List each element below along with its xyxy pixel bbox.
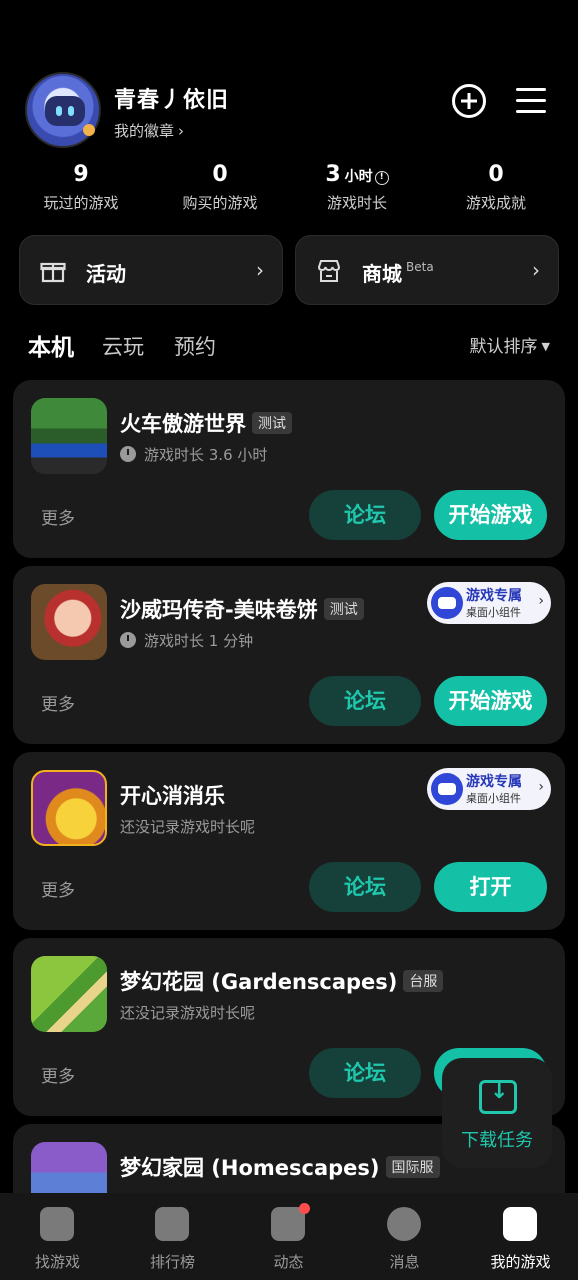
gamepad-icon [431, 587, 463, 619]
chevron-right-icon: › [532, 258, 540, 282]
gift-icon [40, 262, 66, 283]
desktop-widget-pill[interactable]: 游戏专属 桌面小组件 › [427, 768, 551, 810]
game-title: 沙威玛传奇-美味卷饼 测试 [120, 594, 364, 624]
stat-played-games[interactable]: 9 玩过的游戏 [11, 162, 151, 213]
chevron-right-icon: › [256, 258, 264, 282]
game-title: 梦幻花园 (Gardenscapes) 台服 [120, 966, 444, 996]
caret-down-icon: ▼ [541, 340, 550, 353]
activity-button[interactable]: 活动 › [19, 235, 283, 305]
start-game-button[interactable]: 开始游戏 [434, 490, 547, 540]
avatar-badge-icon [83, 124, 95, 136]
chevron-right-icon: › [538, 593, 544, 609]
gamepad-icon [503, 1207, 537, 1241]
open-game-button[interactable]: 打开 [434, 862, 547, 912]
stat-achievements[interactable]: 0 游戏成就 [426, 162, 566, 213]
nav-messages[interactable]: 消息 [347, 1193, 462, 1280]
game-icon [31, 956, 107, 1032]
game-title: 梦幻家园 (Homescapes) 国际服 [120, 1152, 440, 1182]
timer-icon [120, 632, 136, 648]
playtime-text: 游戏时长 3.6 小时 [120, 444, 267, 465]
forum-button[interactable]: 论坛 [309, 490, 421, 540]
nav-my-games[interactable]: 我的游戏 [463, 1193, 578, 1280]
sort-dropdown[interactable]: 默认排序 ▼ [470, 332, 550, 357]
info-icon[interactable]: ! [374, 171, 389, 185]
store-icon [317, 260, 341, 282]
game-icon [31, 770, 107, 846]
gamepad-icon [431, 773, 463, 805]
forum-button[interactable]: 论坛 [309, 1048, 421, 1098]
stats-row: 9 玩过的游戏 0 购买的游戏 3 小时! 游戏时长 0 游戏成就 [0, 162, 578, 222]
forum-button[interactable]: 论坛 [309, 862, 421, 912]
download-tasks-button[interactable]: 下载任务 [442, 1058, 552, 1168]
menu-icon[interactable] [514, 84, 548, 118]
more-button[interactable]: 更多 [41, 1062, 75, 1087]
notification-dot [299, 1203, 310, 1214]
game-tag: 测试 [252, 412, 292, 434]
tab-reservation[interactable]: 预约 [174, 331, 216, 361]
game-card[interactable]: 开心消消乐 还没记录游戏时长呢 游戏专属 桌面小组件 › 更多 论坛 打开 [13, 752, 565, 930]
game-tag: 台服 [403, 970, 444, 992]
timer-icon [120, 446, 136, 462]
game-tag: 测试 [323, 598, 364, 620]
nav-find-games[interactable]: 找游戏 [0, 1193, 115, 1280]
playtime-text: 游戏时长 1 分钟 [120, 630, 253, 651]
game-icon [31, 584, 107, 660]
nav-feed[interactable]: 动态 [231, 1193, 346, 1280]
chevron-right-icon: › [178, 122, 185, 140]
forum-button[interactable]: 论坛 [309, 676, 421, 726]
game-icon [31, 398, 107, 474]
chevron-right-icon: › [538, 779, 544, 795]
rankings-icon [155, 1207, 189, 1241]
tab-cloud[interactable]: 云玩 [102, 331, 144, 361]
game-card[interactable]: 火车傲游世界 测试 游戏时长 3.6 小时 更多 论坛 开始游戏 [13, 380, 565, 558]
playtime-text: 还没记录游戏时长呢 [120, 818, 256, 836]
robot-face-icon [45, 96, 85, 126]
desktop-widget-pill[interactable]: 游戏专属 桌面小组件 › [427, 582, 551, 624]
game-title: 开心消消乐 [120, 784, 225, 808]
more-button[interactable]: 更多 [41, 690, 75, 715]
more-button[interactable]: 更多 [41, 876, 75, 901]
store-button[interactable]: 商城 Beta › [295, 235, 559, 305]
beta-badge: Beta [406, 260, 434, 274]
find-games-icon [40, 1207, 74, 1241]
more-button[interactable]: 更多 [41, 504, 75, 529]
username[interactable]: 青春丿依旧 [114, 82, 229, 114]
game-tag: 国际服 [385, 1156, 440, 1178]
game-card[interactable]: 沙威玛传奇-美味卷饼 测试 游戏时长 1 分钟 游戏专属 桌面小组件 › 更多 论… [13, 566, 565, 744]
stat-play-time[interactable]: 3 小时! 游戏时长 [287, 162, 427, 213]
tab-local[interactable]: 本机 [26, 328, 76, 362]
start-game-button[interactable]: 开始游戏 [434, 676, 547, 726]
nav-rankings[interactable]: 排行榜 [115, 1193, 230, 1280]
download-icon [479, 1079, 517, 1114]
bottom-nav: 找游戏 排行榜 动态 消息 我的游戏 [0, 1193, 578, 1280]
game-title: 火车傲游世界 测试 [120, 408, 292, 438]
my-badges-link[interactable]: 我的徽章 › [114, 120, 184, 141]
avatar[interactable] [25, 72, 101, 148]
add-button[interactable] [452, 84, 486, 118]
game-icon [31, 1142, 107, 1193]
playtime-text: 还没记录游戏时长呢 [120, 1004, 256, 1022]
stat-purchased-games[interactable]: 0 购买的游戏 [150, 162, 290, 213]
messages-icon [387, 1207, 421, 1241]
